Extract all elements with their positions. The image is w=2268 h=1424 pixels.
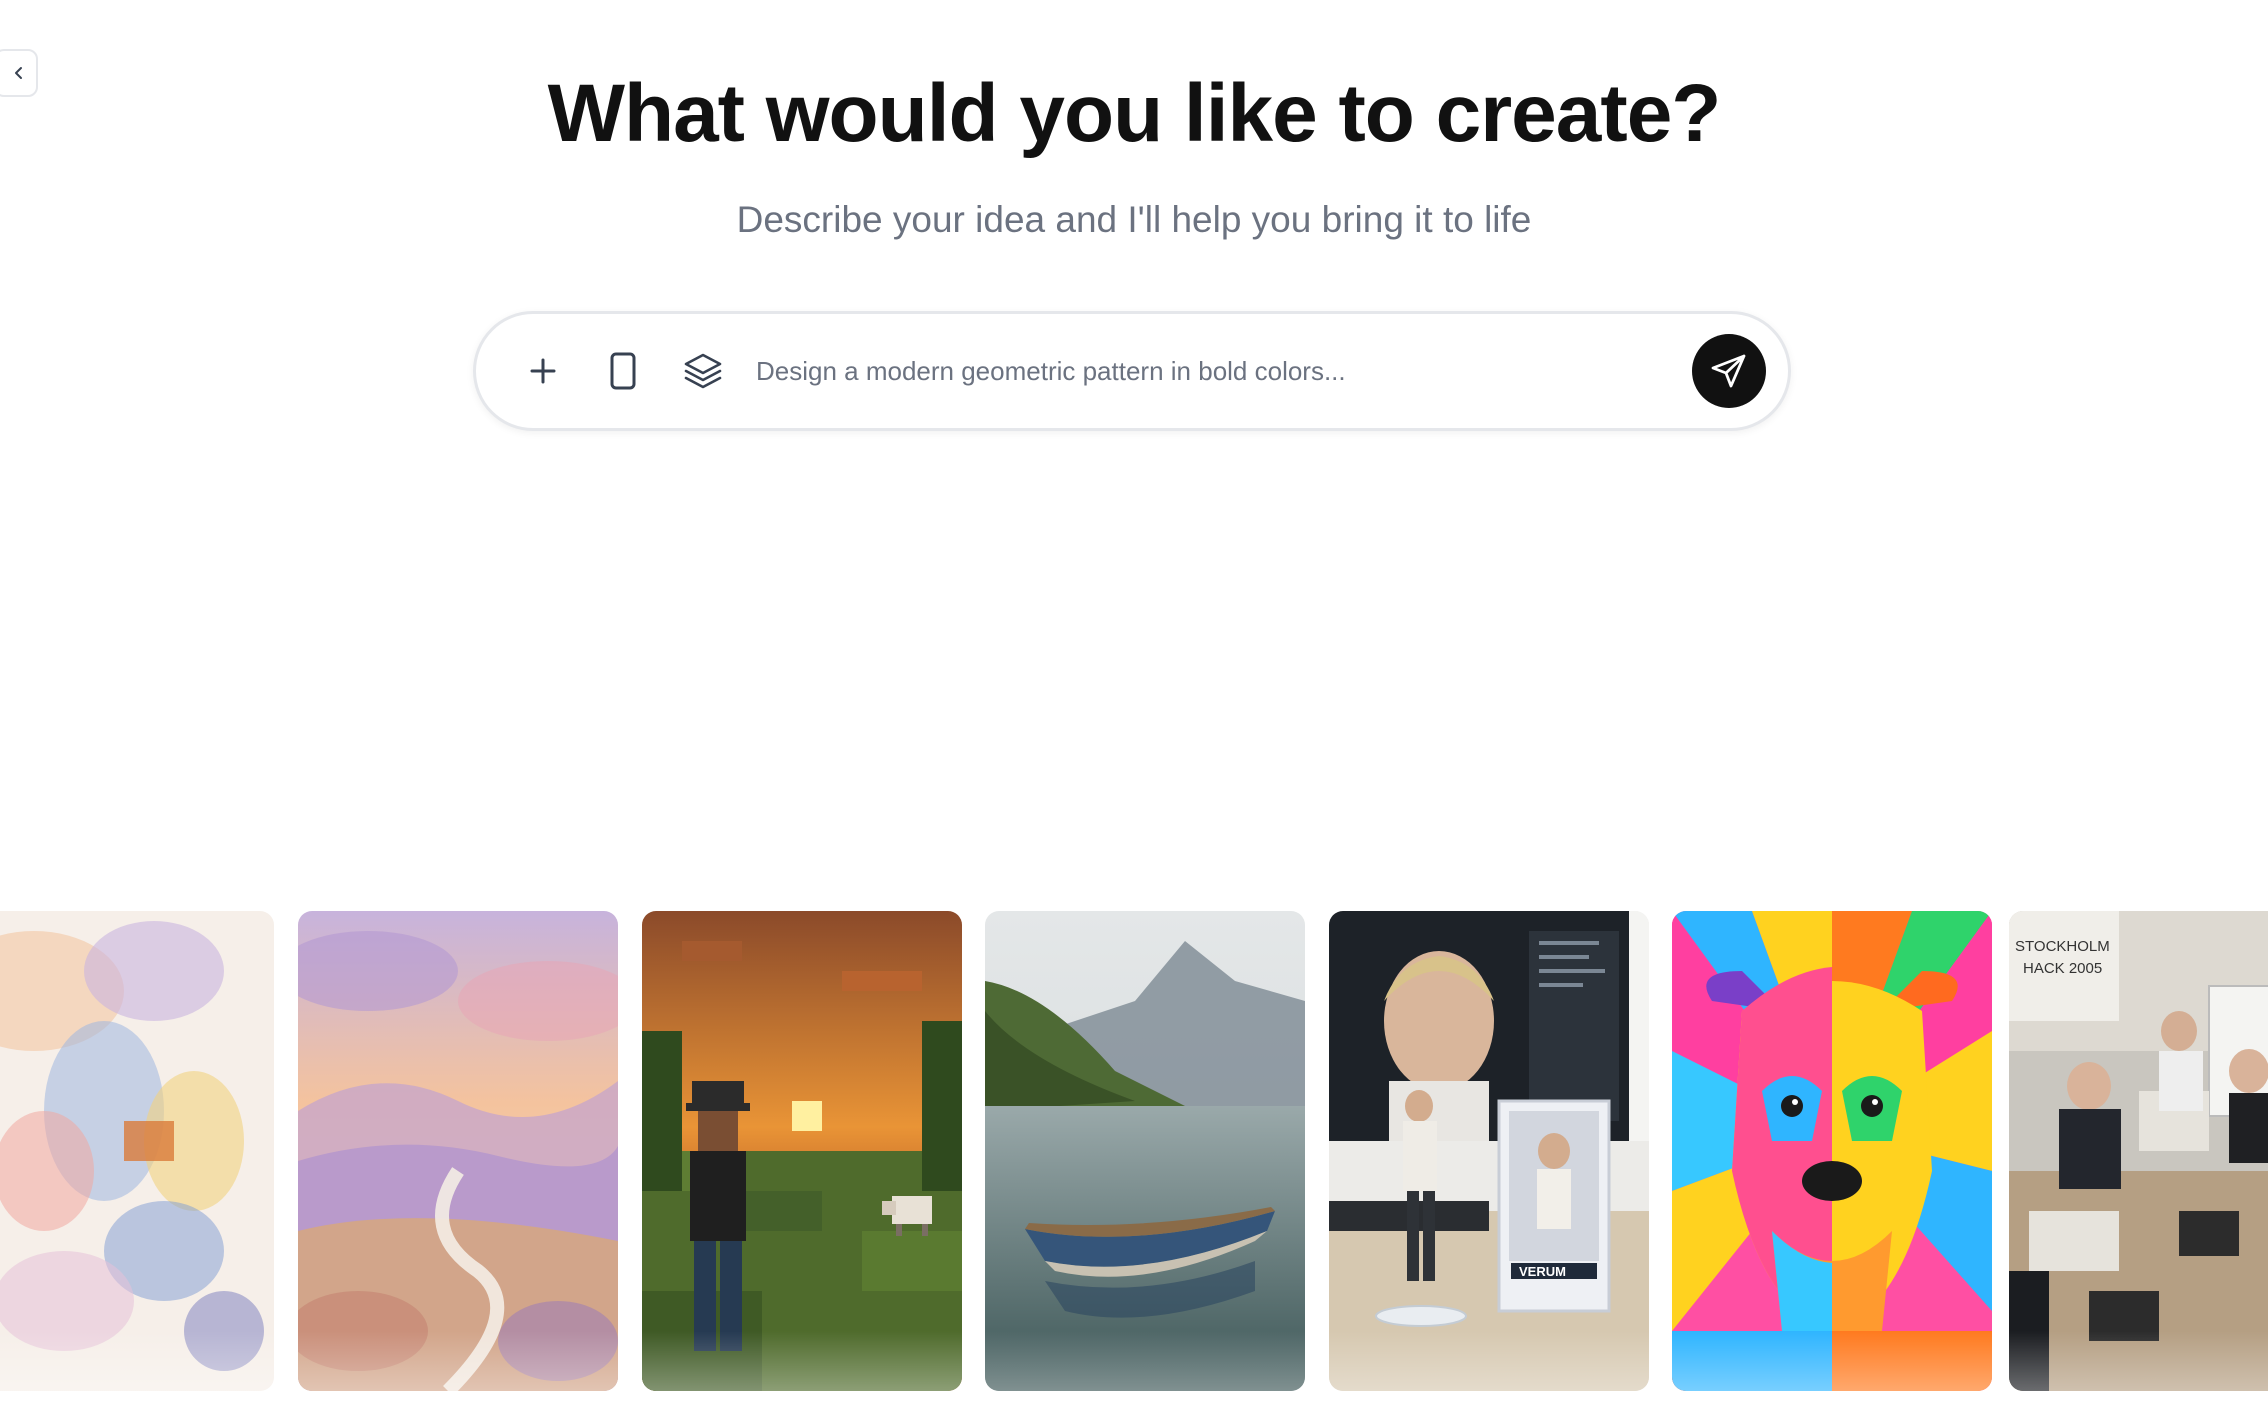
layers-icon: [684, 353, 722, 389]
aspect-ratio-button[interactable]: [593, 341, 653, 401]
gallery-image[interactable]: [985, 911, 1305, 1391]
gallery-image[interactable]: [298, 911, 618, 1391]
svg-text:HACK 2005: HACK 2005: [2023, 960, 2102, 977]
gallery-image[interactable]: [0, 911, 274, 1391]
page-subtitle: Describe your idea and I'll help you bri…: [736, 199, 1532, 240]
add-attachment-button[interactable]: [513, 341, 573, 401]
phone-frame-icon: [610, 352, 636, 390]
inspiration-gallery: VERUM STOCKHOLM HACK 2005: [0, 911, 2268, 1391]
gallery-image[interactable]: [642, 911, 962, 1391]
prompt-bar: [473, 311, 1791, 431]
gallery-image[interactable]: STOCKHOLM HACK 2005: [2009, 911, 2268, 1391]
page: What would you like to create? Describe …: [0, 0, 2268, 1424]
style-layers-button[interactable]: [673, 341, 733, 401]
plus-icon: [530, 358, 556, 384]
gallery-image[interactable]: VERUM: [1329, 911, 1649, 1391]
prompt-input[interactable]: [756, 341, 1636, 401]
send-icon: [1711, 354, 1746, 388]
send-button[interactable]: [1692, 334, 1766, 408]
gallery-image[interactable]: [1672, 911, 1992, 1391]
page-title: What would you like to create?: [547, 68, 1722, 159]
svg-text:VERUM: VERUM: [1519, 1264, 1566, 1279]
svg-text:STOCKHOLM: STOCKHOLM: [2015, 938, 2110, 955]
